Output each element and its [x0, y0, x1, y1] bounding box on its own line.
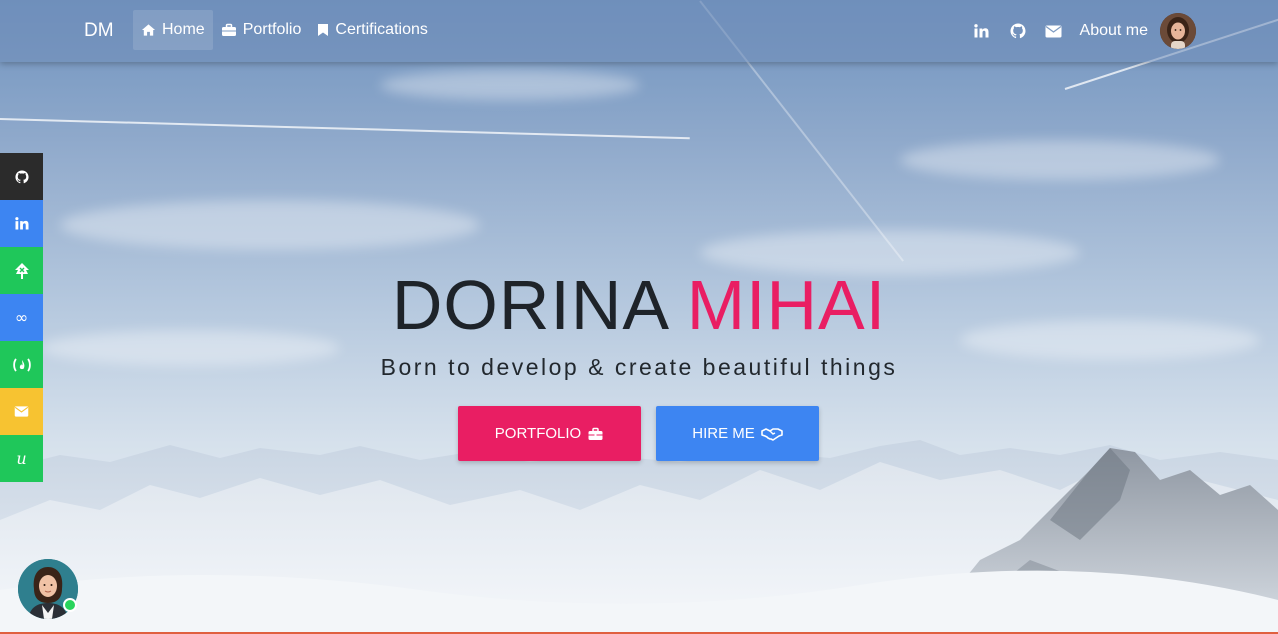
- nav-certifications-label: Certifications: [335, 21, 428, 38]
- sidebar-linkedin-button[interactable]: [0, 200, 43, 247]
- handshake-icon: [760, 427, 783, 441]
- nav-certifications[interactable]: Certifications: [309, 10, 435, 50]
- udemy-icon: u: [16, 449, 27, 468]
- portfolio-button-label: PORTFOLIO: [494, 425, 582, 442]
- brand-logo[interactable]: DM: [84, 20, 114, 42]
- online-status-dot: [63, 598, 77, 612]
- github-icon[interactable]: [1000, 9, 1036, 53]
- linkedin-icon: [14, 217, 28, 230]
- nav-right: About me: [964, 9, 1196, 53]
- hero-last-name: MIHAI: [686, 266, 887, 344]
- github-icon: [14, 169, 29, 183]
- top-navbar: DM Home Portfolio Certifications About m…: [0, 0, 1278, 62]
- nav-links: Home Portfolio Certifications: [133, 10, 436, 50]
- hero-name: DORINA MIHAI: [0, 262, 1278, 348]
- nav-home[interactable]: Home: [133, 10, 213, 50]
- portfolio-button[interactable]: PORTFOLIO: [458, 406, 641, 461]
- nav-portfolio-label: Portfolio: [242, 21, 302, 38]
- nav-home-label: Home: [162, 21, 205, 38]
- briefcase-icon: [588, 427, 603, 440]
- hire-me-button-label: HIRE ME: [692, 425, 755, 442]
- hero-first-name: DORINA: [391, 266, 667, 344]
- sidebar-udemy-button[interactable]: u: [0, 435, 43, 482]
- profile-avatar[interactable]: [1160, 13, 1196, 49]
- envelope-icon: [14, 406, 29, 417]
- linkedin-icon[interactable]: [964, 9, 1000, 53]
- hero-tagline: Born to develop & create beautiful thing…: [380, 354, 898, 380]
- home-icon: [141, 23, 156, 37]
- sidebar-github-button[interactable]: [0, 153, 43, 200]
- briefcase-icon: [221, 23, 237, 37]
- bookmark-icon: [317, 23, 329, 37]
- sidebar-email-button[interactable]: [0, 388, 43, 435]
- about-me-link[interactable]: About me: [1080, 22, 1148, 40]
- envelope-icon[interactable]: [1036, 9, 1072, 53]
- hero-section: DORINA MIHAI Born to develop & create be…: [0, 262, 1278, 381]
- nav-portfolio[interactable]: Portfolio: [213, 10, 310, 50]
- hire-me-button[interactable]: HIRE ME: [656, 406, 819, 461]
